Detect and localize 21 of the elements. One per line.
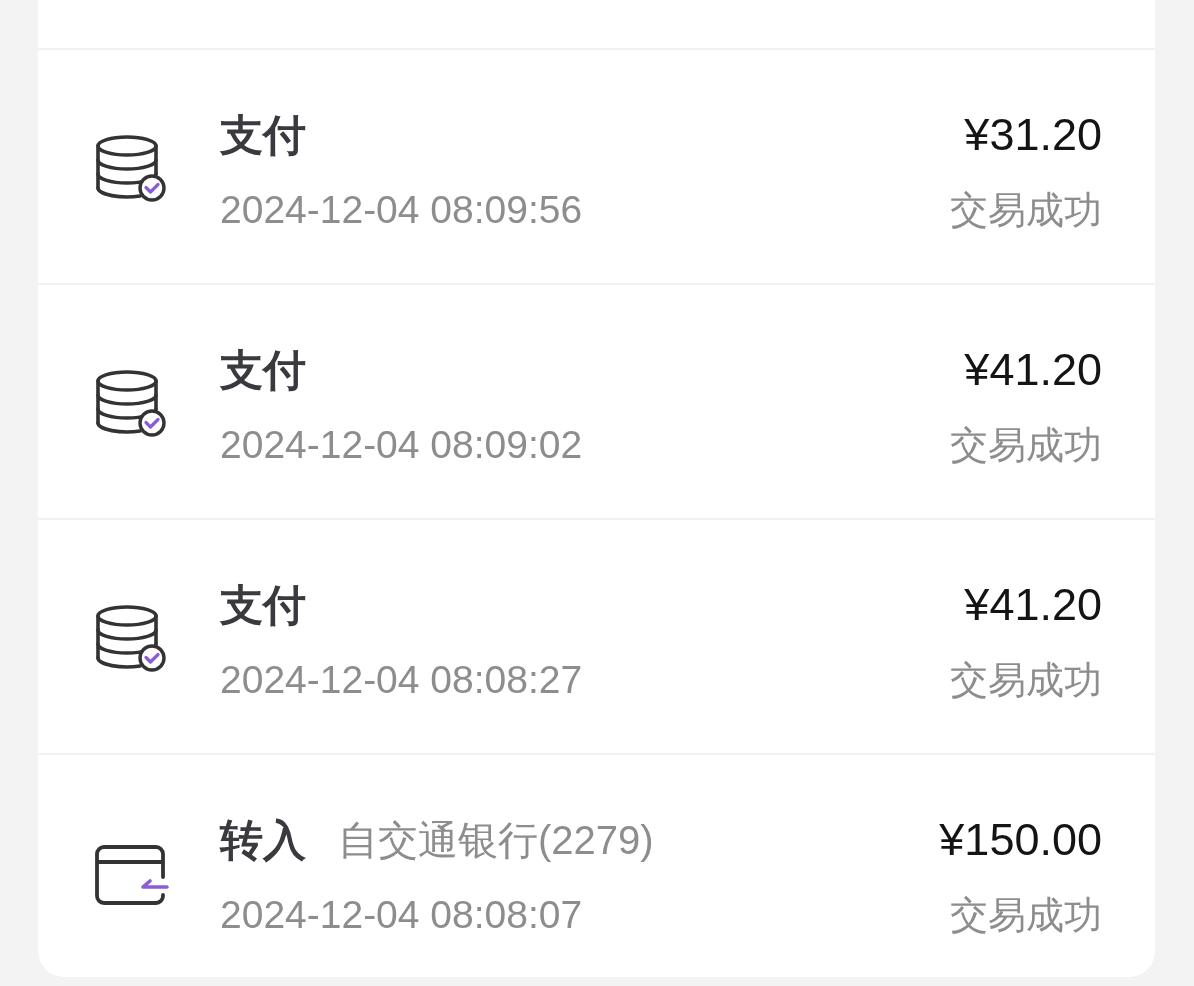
database-check-icon bbox=[95, 369, 167, 437]
transaction-amount: ¥41.20 bbox=[964, 345, 1102, 395]
transaction-time: 2024-12-04 08:09:02 bbox=[220, 422, 584, 468]
transaction-status: 交易成功 bbox=[950, 893, 1102, 938]
transaction-amount: ¥41.20 bbox=[964, 580, 1102, 630]
transaction-status: 交易成功 bbox=[950, 423, 1102, 468]
transaction-status: 交易成功 bbox=[950, 658, 1102, 703]
transaction-type: 支付 bbox=[220, 345, 306, 395]
card-arrow-icon bbox=[95, 845, 169, 905]
transaction-type: 支付 bbox=[220, 580, 306, 630]
transfer-source: 自交通银行(2279) bbox=[338, 817, 654, 864]
transaction-amount: ¥150.00 bbox=[939, 815, 1102, 865]
transaction-type: 支付 bbox=[220, 110, 306, 160]
transaction-time: 2024-12-04 08:09:56 bbox=[220, 187, 584, 233]
transaction-time: 2024-12-04 08:08:07 bbox=[220, 892, 584, 938]
database-check-icon bbox=[95, 134, 167, 202]
database-check-icon bbox=[95, 604, 167, 672]
transaction-amount: ¥31.20 bbox=[964, 110, 1102, 160]
transaction-time: 2024-12-04 08:08:27 bbox=[220, 657, 584, 703]
transaction-status: 交易成功 bbox=[950, 188, 1102, 233]
transaction-type: 转入 bbox=[220, 815, 306, 865]
